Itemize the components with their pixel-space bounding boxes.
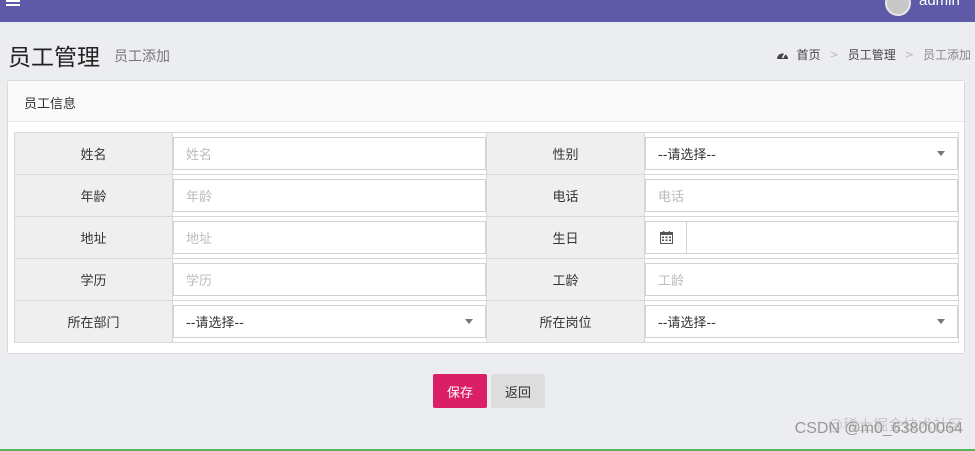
position-label: 所在岗位 — [486, 300, 645, 343]
phone-input[interactable]: 电话 — [645, 179, 958, 212]
seniority-input[interactable]: 工龄 — [645, 263, 958, 296]
birthday-label: 生日 — [486, 216, 645, 259]
employee-info-panel: 员工信息 姓名 姓名 性别 --请选择-- 年龄 年龄 电话 电话 地址 地址 … — [7, 80, 965, 354]
calendar-icon[interactable] — [646, 222, 687, 253]
form-row: 地址 地址 生日 — [14, 216, 959, 259]
education-input[interactable]: 学历 — [173, 263, 486, 296]
back-button[interactable]: 返回 — [491, 374, 545, 408]
breadcrumb-separator: > — [904, 48, 914, 61]
gender-label: 性别 — [486, 132, 645, 175]
employee-form: 姓名 姓名 性别 --请选择-- 年龄 年龄 电话 电话 地址 地址 生日 学历… — [14, 132, 959, 343]
gender-select[interactable]: --请选择-- — [645, 137, 958, 170]
position-select[interactable]: --请选择-- — [645, 305, 958, 338]
age-label: 年龄 — [14, 174, 173, 217]
dashboard-icon — [776, 49, 789, 60]
breadcrumb-home[interactable]: 首页 — [797, 46, 821, 63]
caret-down-icon — [465, 319, 473, 324]
breadcrumb: 首页 > 员工管理 > 员工添加 — [776, 46, 971, 63]
save-button[interactable]: 保存 — [433, 374, 487, 408]
form-row: 学历 学历 工龄 工龄 — [14, 258, 959, 301]
page-title: 员工管理 — [8, 45, 100, 71]
avatar[interactable] — [885, 0, 911, 16]
menu-icon[interactable] — [6, 0, 20, 6]
birthday-input[interactable] — [687, 222, 957, 253]
caret-down-icon — [937, 319, 945, 324]
birthday-datepicker[interactable] — [645, 221, 958, 254]
breadcrumb-current: 员工添加 — [922, 48, 971, 62]
panel-title: 员工信息 — [8, 81, 964, 122]
department-select[interactable]: --请选择-- — [173, 305, 486, 338]
department-selected: --请选择-- — [186, 316, 244, 331]
seniority-label: 工龄 — [486, 258, 645, 301]
form-row: 所在部门 --请选择-- 所在岗位 --请选择-- — [14, 300, 959, 343]
username[interactable]: admin — [919, 0, 960, 9]
address-input[interactable]: 地址 — [173, 221, 486, 254]
form-actions: 保存 返回 — [433, 374, 545, 408]
watermark-csdn: CSDN @m0_63800064 — [794, 420, 963, 437]
age-input[interactable]: 年龄 — [173, 179, 486, 212]
page-subtitle: 员工添加 — [114, 49, 170, 65]
gender-selected: --请选择-- — [658, 148, 716, 163]
phone-label: 电话 — [486, 174, 645, 217]
page-header: 员工管理 员工添加 首页 > 员工管理 > 员工添加 — [0, 22, 975, 80]
name-label: 姓名 — [14, 132, 173, 175]
address-label: 地址 — [14, 216, 173, 259]
form-row: 年龄 年龄 电话 电话 — [14, 174, 959, 217]
form-row: 姓名 姓名 性别 --请选择-- — [14, 132, 959, 175]
breadcrumb-section[interactable]: 员工管理 — [848, 46, 896, 63]
name-input[interactable]: 姓名 — [173, 137, 486, 170]
position-selected: --请选择-- — [658, 316, 716, 331]
department-label: 所在部门 — [14, 300, 173, 343]
user-menu[interactable]: admin — [885, 0, 975, 22]
breadcrumb-separator: > — [829, 48, 839, 61]
education-label: 学历 — [14, 258, 173, 301]
top-navbar: admin — [0, 0, 975, 22]
caret-down-icon — [937, 151, 945, 156]
